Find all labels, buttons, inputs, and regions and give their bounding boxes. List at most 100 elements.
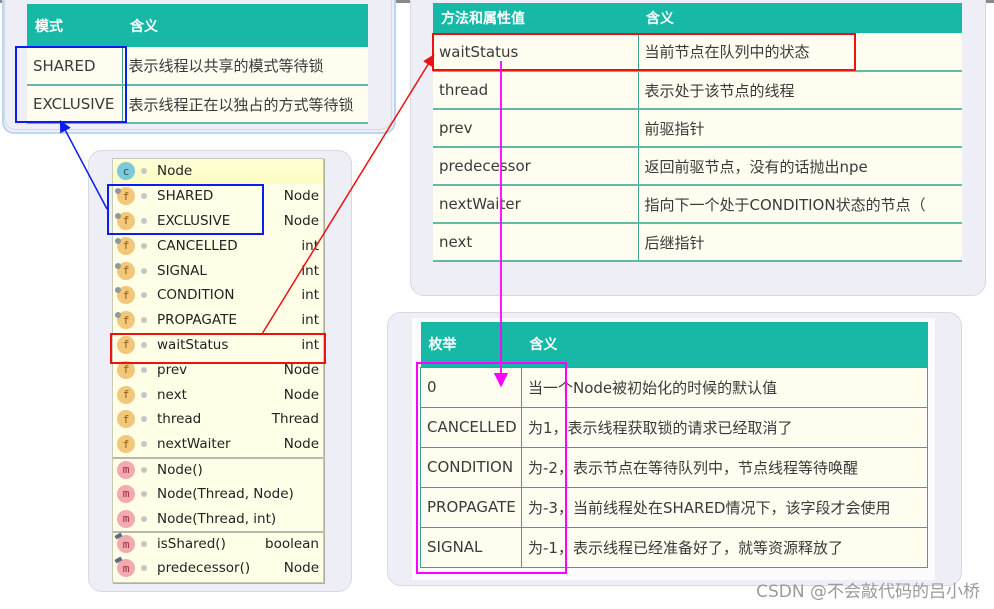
member-name: Node(Thread, int) (157, 510, 277, 527)
visibility-dot-icon (141, 541, 147, 548)
static-field-icon: f (115, 261, 135, 280)
attr-name-cell: nextWaiter (433, 185, 639, 224)
visibility-dot-icon (141, 292, 147, 299)
enum-row: PROPAGATE 为-3，当前线程处在SHARED情况下，该字段才会使用 (420, 486, 928, 528)
enum-row: CANCELLED 为1，表示线程获取锁的请求已经取消了 (420, 406, 928, 448)
enum-meaning-cell: 为-3，当前线程处在SHARED情况下，该字段才会使用 (521, 486, 928, 528)
structure-member[interactable]: f waitStatus int (113, 333, 323, 358)
structure-member[interactable]: f CANCELLED int (113, 233, 323, 258)
visibility-dot-icon (141, 242, 147, 249)
final-method-icon: m (117, 559, 135, 578)
member-name: Node() (157, 461, 203, 478)
visibility-dot-icon (141, 466, 147, 473)
static-field-icon: f (115, 286, 135, 305)
structure-member[interactable]: m Node(Thread, Node) (113, 481, 323, 506)
attr-meaning-cell: 表示处于该节点的线程 (638, 71, 962, 110)
field-icon: f (117, 410, 135, 429)
visibility-dot-icon (141, 490, 147, 497)
screenshot-canvas: 模式 含义 SHARED 表示线程以共享的模式等待锁 EXCLUSIVE 表示线程正在… (0, 0, 994, 609)
structure-member[interactable]: f PROPAGATE int (113, 308, 323, 333)
structure-member[interactable]: m isShared() boolean (113, 530, 323, 556)
visibility-dot-icon (141, 341, 147, 348)
visibility-dot-icon (141, 565, 147, 572)
enum-header-name: 枚举 (420, 322, 522, 367)
attr-table: 方法和属性值 含义 waitStatus 当前节点在队列中的状态 thread 表示处… (433, 3, 962, 262)
member-type: int (301, 287, 319, 304)
enum-row: 0 当一个Node被初始化的时候的默认值 (420, 366, 928, 408)
visibility-dot-icon (141, 217, 147, 224)
static-field-icon: f (115, 236, 135, 255)
member-type: int (301, 336, 319, 353)
field-icon: f (117, 435, 135, 454)
structure-member[interactable]: m predecessor() Node (113, 556, 323, 581)
structure-panel: c Node f SHARED Node f EXCLUSIVE Node f CANCELL… (112, 158, 324, 583)
structure-member[interactable]: f SIGNAL int (113, 258, 323, 283)
member-name: CANCELLED (157, 237, 238, 254)
member-type: Node (283, 436, 319, 453)
attr-row: nextWaiter 指向下一个处于CONDITION状态的节点（ (433, 185, 962, 224)
structure-member[interactable]: f EXCLUSIVE Node (113, 209, 323, 234)
field-icon: f (117, 360, 135, 379)
attr-meaning-cell: 后继指针 (638, 223, 962, 262)
attr-name-cell: prev (433, 109, 639, 148)
enum-meaning-cell: 当一个Node被初始化的时候的默认值 (521, 366, 928, 408)
static-field-icon: f (115, 211, 135, 230)
field-icon: f (117, 335, 135, 354)
member-type: int (301, 237, 319, 254)
visibility-dot-icon (141, 193, 147, 200)
member-type: int (301, 312, 319, 329)
enum-name-cell: CANCELLED (420, 406, 522, 448)
enum-meaning-cell: 为1，表示线程获取锁的请求已经取消了 (521, 406, 928, 448)
mode-meaning-cell: 表示线程正在以独占的方式等待锁 (122, 85, 368, 124)
visibility-dot-icon (141, 366, 147, 373)
structure-member[interactable]: f next Node (113, 382, 323, 407)
mode-name-cell: EXCLUSIVE (27, 85, 123, 124)
enum-row: CONDITION 为-2，表示节点在等待队列中，节点线程等待唤醒 (420, 446, 928, 488)
final-method-icon: m (117, 535, 135, 554)
enum-header-meaning: 含义 (521, 322, 928, 367)
visibility-dot-icon (141, 267, 147, 274)
structure-class-row[interactable]: c Node (113, 159, 323, 184)
attr-row: next 后继指针 (433, 223, 962, 262)
member-type: Node (283, 386, 319, 403)
static-field-icon: f (115, 311, 135, 330)
enum-meaning-cell: 为-2，表示节点在等待队列中，节点线程等待唤醒 (521, 446, 928, 488)
attr-meaning-cell: 指向下一个处于CONDITION状态的节点（ (638, 185, 962, 224)
attr-row: predecessor 返回前驱节点，没有的话抛出npe (433, 147, 962, 186)
visibility-dot-icon (141, 515, 147, 522)
structure-member[interactable]: f CONDITION int (113, 283, 323, 308)
attr-row: waitStatus 当前节点在队列中的状态 (433, 33, 962, 72)
enum-name-cell: 0 (420, 366, 522, 408)
visibility-dot-icon (141, 416, 147, 423)
member-name: SIGNAL (157, 262, 207, 279)
visibility-dot-icon (141, 317, 147, 324)
structure-member[interactable]: f prev Node (113, 357, 323, 382)
watermark: CSDN @不会敲代码的吕小桥 (756, 582, 980, 602)
mode-header-mode: 模式 (27, 4, 122, 47)
attr-row: prev 前驱指针 (433, 109, 962, 148)
method-icon: m (117, 460, 135, 479)
mode-header-meaning: 含义 (122, 4, 368, 47)
member-type: Node (283, 560, 319, 577)
method-icon: m (117, 484, 135, 503)
member-type: Node (283, 188, 319, 205)
class-icon: c (117, 162, 135, 181)
structure-member[interactable]: m Node() (113, 456, 323, 482)
static-field-icon: f (115, 187, 135, 206)
structure-member[interactable]: f nextWaiter Node (113, 432, 323, 457)
enum-table: 枚举 含义 0 当一个Node被初始化的时候的默认值 CANCELLED 为1，表示线… (420, 322, 928, 568)
structure-member[interactable]: f SHARED Node (113, 184, 323, 209)
visibility-dot-icon (141, 391, 147, 398)
visibility-dot-icon (141, 168, 147, 175)
structure-member[interactable]: m Node(Thread, int) (113, 506, 323, 531)
field-icon: f (117, 385, 135, 404)
attr-name-cell: thread (433, 71, 639, 110)
mode-table: 模式 含义 SHARED 表示线程以共享的模式等待锁 EXCLUSIVE 表示线程正在… (27, 4, 368, 124)
enum-name-cell: PROPAGATE (420, 486, 522, 528)
structure-member[interactable]: f thread Thread (113, 407, 323, 432)
member-type: Thread (271, 411, 319, 428)
member-name: Node(Thread, Node) (157, 485, 294, 502)
member-type: boolean (265, 536, 319, 553)
member-name: PROPAGATE (157, 312, 237, 329)
mode-name-cell: SHARED (27, 47, 123, 86)
